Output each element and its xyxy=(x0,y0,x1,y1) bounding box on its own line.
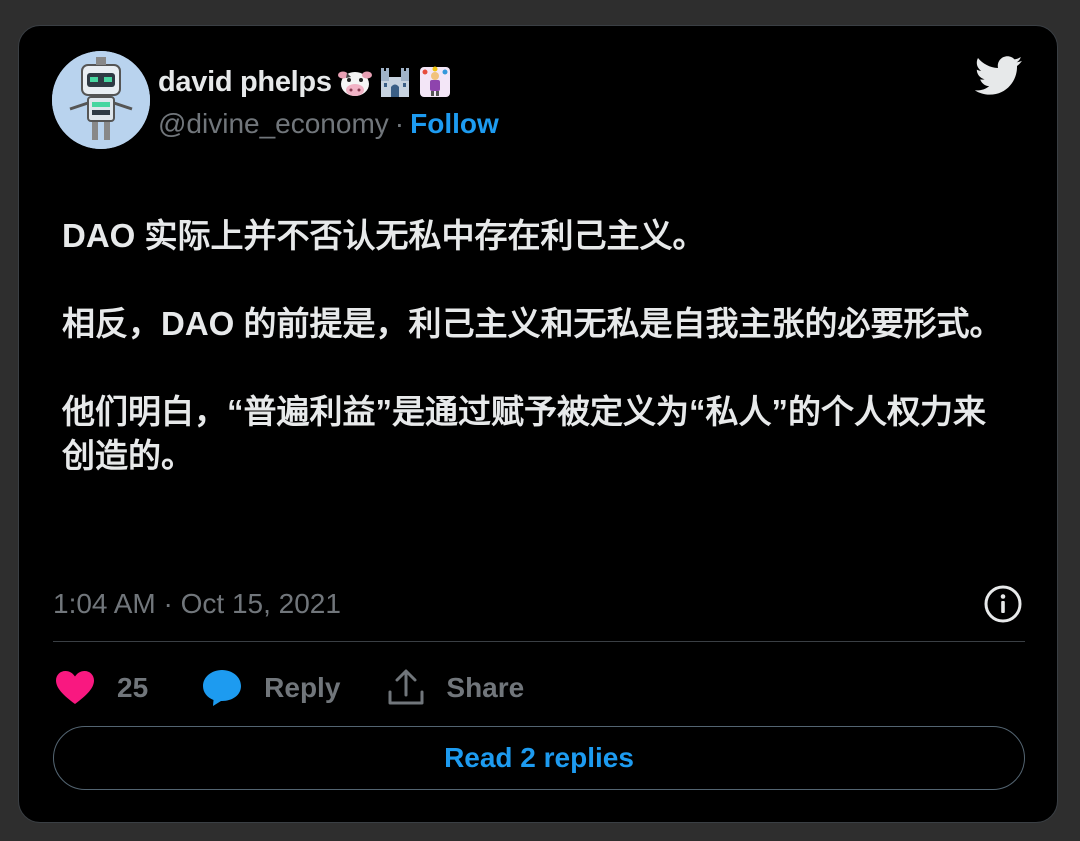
separator: · xyxy=(394,108,405,139)
castle-icon xyxy=(378,65,412,99)
like-count: 25 xyxy=(117,672,149,703)
share-button[interactable]: Share xyxy=(386,668,524,708)
handle-row: @divine_economy · Follow xyxy=(158,106,499,142)
juggler-icon xyxy=(418,65,452,99)
tweet-paragraph: 相反，DAO 的前提是，利己主义和无私是自我主张的必要形式。 xyxy=(62,305,1003,342)
handle[interactable]: @divine_economy xyxy=(158,108,389,140)
tweet-card: david phelps @divine_economy · Follow DA… xyxy=(18,25,1058,823)
reply-button[interactable]: Reply xyxy=(202,669,340,707)
share-label: Share xyxy=(446,672,525,703)
reply-label: Reply xyxy=(264,672,341,703)
info-icon[interactable] xyxy=(983,584,1023,624)
heart-icon xyxy=(55,670,95,706)
twitter-bird-icon[interactable] xyxy=(975,56,1023,96)
action-bar: 25 Reply Share xyxy=(55,664,524,712)
divider xyxy=(53,641,1025,642)
tweet-text: DAO 实际上并不否认无私中存在利己主义。 相反，DAO 的前提是，利己主义和无… xyxy=(62,214,1012,478)
display-name[interactable]: david phelps xyxy=(158,66,332,99)
read-replies-button[interactable]: Read 2 replies xyxy=(53,726,1025,790)
reply-bubble-icon xyxy=(202,669,242,707)
author-name-row: david phelps xyxy=(158,62,452,102)
tweet-paragraph: 他们明白，“普遍利益”是通过赋予被定义为“私人”的个人权力来创造的。 xyxy=(62,393,986,474)
timestamp[interactable]: 1:04 AM · Oct 15, 2021 xyxy=(53,588,341,620)
cow-face-icon xyxy=(337,65,372,99)
tweet-paragraph: DAO 实际上并不否认无私中存在利己主义。 xyxy=(62,217,706,254)
share-icon xyxy=(386,668,426,708)
follow-button[interactable]: Follow xyxy=(410,108,499,140)
avatar[interactable] xyxy=(52,51,150,149)
like-button[interactable]: 25 xyxy=(55,670,148,706)
tweet-meta: 1:04 AM · Oct 15, 2021 xyxy=(53,584,1023,624)
